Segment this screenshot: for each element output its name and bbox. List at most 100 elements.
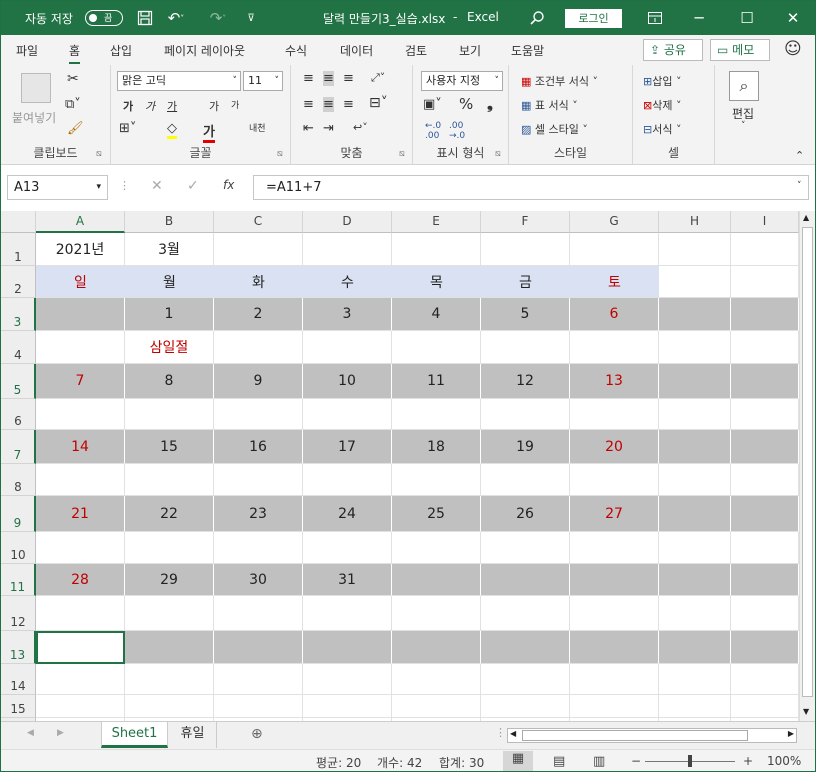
format-as-table-button[interactable]: ▦ 표 서식 ˅ [521,97,578,113]
decrease-indent-icon[interactable]: ⇤ [303,121,314,136]
save-icon[interactable] [135,7,155,29]
cell-d9[interactable]: 24 [303,496,392,532]
vertical-scrollbar[interactable]: ▲ ▼ [799,211,815,721]
cell-b9[interactable]: 22 [125,496,214,532]
cell-h14[interactable] [659,664,731,695]
cell-g11[interactable] [570,564,659,596]
normal-view-icon[interactable]: ▦ [503,751,533,771]
cell-i15[interactable] [731,695,799,718]
cell-b12[interactable] [125,596,214,631]
cell-a3[interactable] [36,298,125,331]
percent-style-icon[interactable]: % [459,95,473,113]
cell-c1[interactable] [214,233,303,266]
row-header[interactable]: 1 [1,233,36,266]
cell-b7[interactable]: 15 [125,430,214,464]
share-button[interactable]: ⇪ 공유 [643,39,703,61]
cell-a14[interactable] [36,664,125,695]
scroll-down-icon[interactable]: ▼ [803,707,809,716]
row-header[interactable]: 12 [1,596,36,631]
cell-g7[interactable]: 20 [570,430,659,464]
borders-icon[interactable]: ⊞˅ [119,121,136,136]
cell-f14[interactable] [481,664,570,695]
cell-c5[interactable]: 9 [214,364,303,399]
page-layout-view-icon[interactable]: ▤ [553,754,565,769]
align-center-icon[interactable]: ≡ [323,97,334,112]
comma-style-icon[interactable]: ❟ [487,95,493,113]
cell-i4[interactable] [731,331,799,364]
fill-color-icon[interactable]: ◇ [167,121,177,139]
column-header[interactable]: D [303,211,392,233]
scroll-left-icon[interactable]: ◀ [510,729,516,738]
cell-d6[interactable] [303,399,392,430]
scroll-thumb[interactable] [802,227,813,697]
cell-b4[interactable]: 삼일절 [125,331,214,364]
cell-f15[interactable] [481,695,570,718]
search-icon[interactable] [527,7,547,29]
cancel-icon[interactable]: ✕ [151,178,163,194]
feedback-smiley-icon[interactable]: ☺ [784,39,802,59]
cell-b14[interactable] [125,664,214,695]
column-header[interactable]: I [731,211,799,233]
scroll-right-icon[interactable]: ▶ [788,729,794,738]
increase-indent-icon[interactable]: ⇥ [323,121,334,136]
cell-d12[interactable] [303,596,392,631]
cell-e7[interactable]: 18 [392,430,481,464]
grow-font-button[interactable]: 가 [209,98,219,114]
cell-e6[interactable] [392,399,481,430]
insert-cells-button[interactable]: ⊞삽입 ˅ [643,73,681,89]
cell-e9[interactable]: 25 [392,496,481,532]
orientation-icon[interactable]: ⤢˅ [371,71,385,85]
font-name-select[interactable]: 맑은 고딕 ˅ [117,71,241,91]
cell-g8[interactable] [570,464,659,496]
menu-home[interactable]: 홈 [69,42,81,64]
cell-d11[interactable]: 31 [303,564,392,596]
row-header[interactable]: 4 [1,331,36,364]
chevron-down-icon[interactable]: ˅ [741,121,746,131]
zoom-level[interactable]: 100% [767,754,801,768]
horizontal-scrollbar[interactable]: ◀ ▶ [507,728,797,743]
align-right-icon[interactable]: ≡ [343,97,354,112]
menu-insert[interactable]: 삽입 [110,42,132,59]
customize-toolbar-icon[interactable]: ⊽ [243,7,259,29]
cell-f13[interactable] [481,631,570,664]
tab-split-handle-icon[interactable]: ⋮ [495,726,506,739]
cell-a8[interactable] [36,464,125,496]
cell-c4[interactable] [214,331,303,364]
row-header[interactable]: 8 [1,464,36,496]
cell-d1[interactable] [303,233,392,266]
cell-a5[interactable]: 7 [36,364,125,399]
row-header[interactable]: 6 [1,399,36,430]
row-header[interactable]: 10 [1,532,36,564]
delete-cells-button[interactable]: ⊠삭제 ˅ [643,97,681,113]
column-header[interactable]: F [481,211,570,233]
menu-formulas[interactable]: 수식 [285,42,307,59]
menu-review[interactable]: 검토 [405,42,427,59]
conditional-formatting-button[interactable]: ▦ 조건부 서식 ˅ [521,73,598,89]
cell-f7[interactable]: 19 [481,430,570,464]
column-header[interactable]: C [214,211,303,233]
bold-button[interactable]: 가 [123,98,133,114]
cell-a10[interactable] [36,532,125,564]
cell-f3[interactable]: 5 [481,298,570,331]
cell-c10[interactable] [214,532,303,564]
cell-c6[interactable] [214,399,303,430]
cell-e2[interactable]: 목 [392,266,481,298]
cell-d10[interactable] [303,532,392,564]
cell-i10[interactable] [731,532,799,564]
cell-h5[interactable] [659,364,731,399]
row-header[interactable]: 14 [1,664,36,695]
zoom-out-icon[interactable]: − [631,754,641,768]
format-cells-button[interactable]: ⊟서식 ˅ [643,121,681,137]
row-header[interactable]: 3 [1,298,36,331]
cell-h9[interactable] [659,496,731,532]
cell-e13[interactable] [392,631,481,664]
cell-f10[interactable] [481,532,570,564]
formula-bar-handle-icon[interactable]: ⋮ [119,179,130,192]
cell-c3[interactable]: 2 [214,298,303,331]
menu-file[interactable]: 파일 [16,42,38,59]
cell-a13[interactable] [36,631,125,664]
paste-label[interactable]: 붙여넣기 [12,109,56,126]
cell-g4[interactable] [570,331,659,364]
cell-g14[interactable] [570,664,659,695]
cell-h10[interactable] [659,532,731,564]
